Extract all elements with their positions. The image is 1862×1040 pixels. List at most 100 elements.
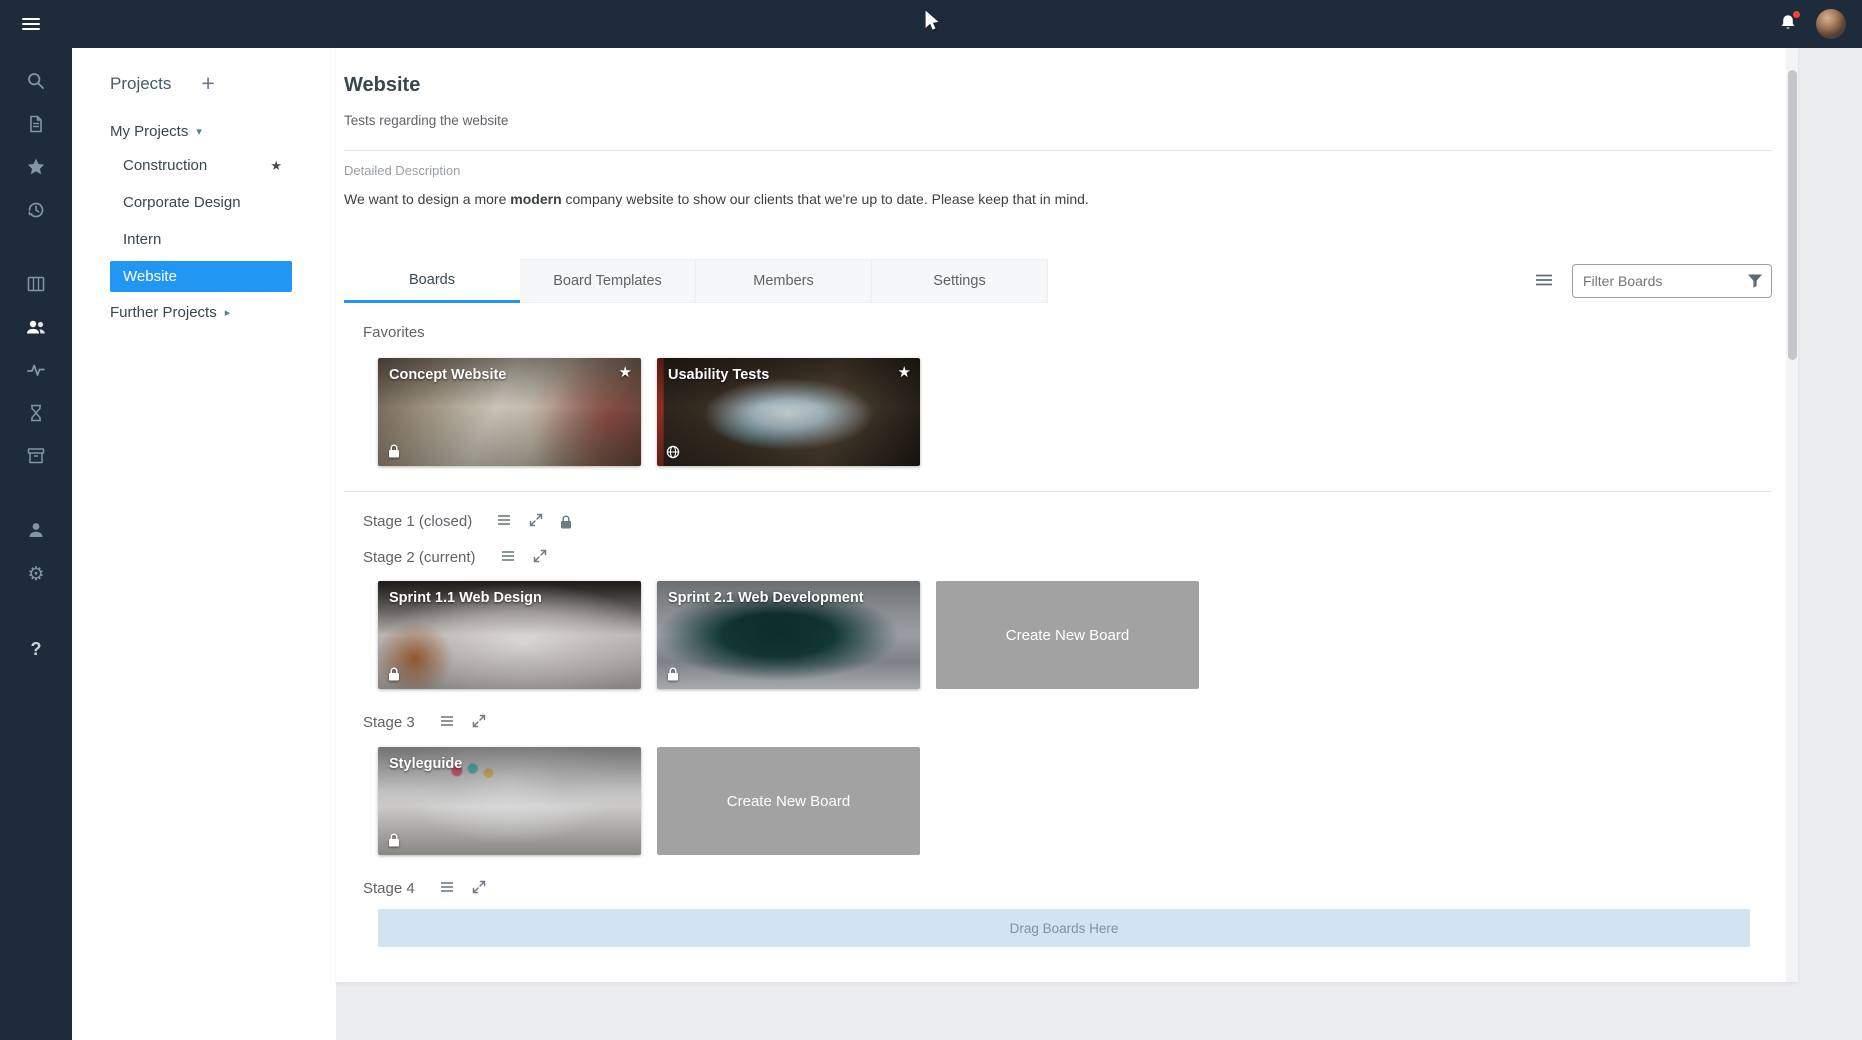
drag-boards-dropzone[interactable]: Drag Boards Here (378, 909, 1750, 947)
my-projects-group[interactable]: My Projects ▾ (72, 123, 336, 140)
stage-expand-button[interactable] (471, 713, 487, 732)
board-title: Usability Tests (668, 367, 769, 383)
star-icon[interactable]: ★ (619, 363, 632, 381)
projects-panel: Projects + My Projects ▾ Construction ★ … (72, 48, 336, 1040)
stage-menu-button[interactable] (438, 878, 456, 899)
project-subtitle: Tests regarding the website (344, 113, 1772, 128)
project-item-label: Construction (123, 157, 207, 174)
sidebar-document-button[interactable] (14, 104, 58, 147)
board-title: Styleguide (389, 756, 462, 772)
lock-icon (387, 832, 401, 848)
project-item-construction[interactable]: Construction ★ (110, 150, 292, 181)
app-logo[interactable] (918, 9, 944, 40)
globe-icon (666, 445, 680, 459)
board-card-sprint-1-1-web-design[interactable]: Sprint 1.1 Web Design (378, 581, 641, 689)
list-view-icon (1534, 270, 1554, 293)
user-avatar[interactable] (1816, 9, 1846, 39)
filter-boards-input[interactable] (1572, 264, 1772, 298)
star-icon (26, 157, 46, 180)
project-item-intern[interactable]: Intern (110, 224, 292, 255)
projects-panel-header: Projects + (72, 72, 336, 95)
gear-icon: ⚙ (27, 565, 44, 584)
board-card-usability-tests[interactable]: Usability Tests ★ (657, 358, 920, 466)
hourglass-icon (26, 403, 46, 426)
filter-boards-box (1572, 264, 1772, 298)
icon-sidebar: ⚙ ? (0, 48, 72, 1040)
divider (344, 150, 1772, 151)
list-icon (499, 547, 517, 568)
board-card-concept-website[interactable]: Concept Website ★ (378, 358, 641, 466)
tab-board-templates[interactable]: Board Templates (520, 259, 696, 303)
history-icon (26, 200, 46, 223)
sidebar-time-tracking-button[interactable] (14, 393, 58, 436)
projects-panel-title: Projects (110, 74, 171, 94)
project-item-corporate-design[interactable]: Corporate Design (110, 187, 292, 218)
chevron-down-icon: ▾ (196, 125, 202, 138)
favorites-board-row: Concept Website ★ Usability Tests ★ (378, 358, 1772, 466)
stage-1-header: Stage 1 (closed) (363, 511, 1772, 532)
notification-badge (1792, 10, 1801, 19)
filter-funnel-icon (1747, 274, 1763, 289)
star-icon[interactable]: ★ (270, 150, 282, 181)
stage-4-header: Stage 4 (363, 878, 1772, 899)
stage-expand-button[interactable] (528, 512, 544, 531)
further-projects-group[interactable]: Further Projects ▸ (72, 304, 336, 321)
tab-boards[interactable]: Boards (344, 259, 520, 303)
project-description: We want to design a more modern company … (344, 191, 1772, 207)
topbar-right (1776, 9, 1846, 39)
notifications-button[interactable] (1776, 11, 1800, 38)
sidebar-help-button[interactable]: ? (14, 627, 58, 670)
expand-icon (528, 512, 544, 531)
add-project-button[interactable]: + (197, 72, 218, 95)
menu-button[interactable] (16, 9, 46, 39)
sidebar-settings-button[interactable]: ⚙ (14, 553, 58, 596)
sidebar-history-button[interactable] (14, 190, 58, 233)
tabs-row: Boards Board Templates Members Settings (344, 259, 1772, 303)
sidebar-favorites-button[interactable] (14, 147, 58, 190)
further-projects-label: Further Projects (110, 304, 217, 321)
star-icon[interactable]: ★ (898, 363, 911, 381)
hamburger-icon (22, 18, 40, 20)
scrollbar-thumb[interactable] (1788, 70, 1797, 360)
stage-3-board-row: Styleguide Create New Board (378, 747, 1772, 855)
sidebar-activity-button[interactable] (14, 350, 58, 393)
project-item-label: Website (123, 268, 177, 285)
stage-menu-button[interactable] (438, 712, 456, 733)
sidebar-profile-button[interactable] (14, 510, 58, 553)
board-card-styleguide[interactable]: Styleguide (378, 747, 641, 855)
main-area: Website Tests regarding the website Deta… (336, 48, 1862, 1040)
list-icon (438, 878, 456, 899)
sidebar-team-button[interactable] (14, 307, 58, 350)
sidebar-archive-button[interactable] (14, 436, 58, 479)
sidebar-boards-button[interactable] (14, 264, 58, 307)
archive-box-icon (26, 446, 46, 469)
list-view-button[interactable] (1532, 268, 1556, 295)
page-title: Website (344, 48, 1772, 97)
kanban-board-icon (26, 274, 46, 297)
my-projects-label: My Projects (110, 123, 188, 140)
sidebar-search-button[interactable] (14, 61, 58, 104)
question-mark-icon: ? (31, 640, 42, 658)
create-new-board-button[interactable]: Create New Board (657, 747, 920, 855)
tab-settings[interactable]: Settings (872, 259, 1048, 303)
create-new-board-button[interactable]: Create New Board (936, 581, 1199, 689)
stage-expand-button[interactable] (471, 879, 487, 898)
stage-menu-button[interactable] (499, 547, 517, 568)
document-icon (26, 114, 46, 137)
project-detail-card: Website Tests regarding the website Deta… (336, 48, 1798, 982)
scrollbar[interactable] (1786, 48, 1798, 982)
board-title: Concept Website (389, 367, 506, 383)
project-item-website[interactable]: Website (110, 261, 292, 292)
stage-2-board-row: Sprint 1.1 Web Design Sprint 2.1 Web Dev… (378, 581, 1772, 689)
stage-label: Stage 1 (closed) (363, 513, 472, 530)
tab-members[interactable]: Members (696, 259, 872, 303)
stage-menu-button[interactable] (495, 511, 513, 532)
board-tools (1532, 264, 1772, 298)
lock-icon (559, 514, 573, 530)
stage-expand-button[interactable] (532, 548, 548, 567)
expand-icon (471, 713, 487, 732)
project-item-label: Intern (123, 231, 161, 248)
chevron-right-icon: ▸ (225, 306, 231, 319)
divider (344, 491, 1772, 492)
board-card-sprint-2-1-web-development[interactable]: Sprint 2.1 Web Development (657, 581, 920, 689)
